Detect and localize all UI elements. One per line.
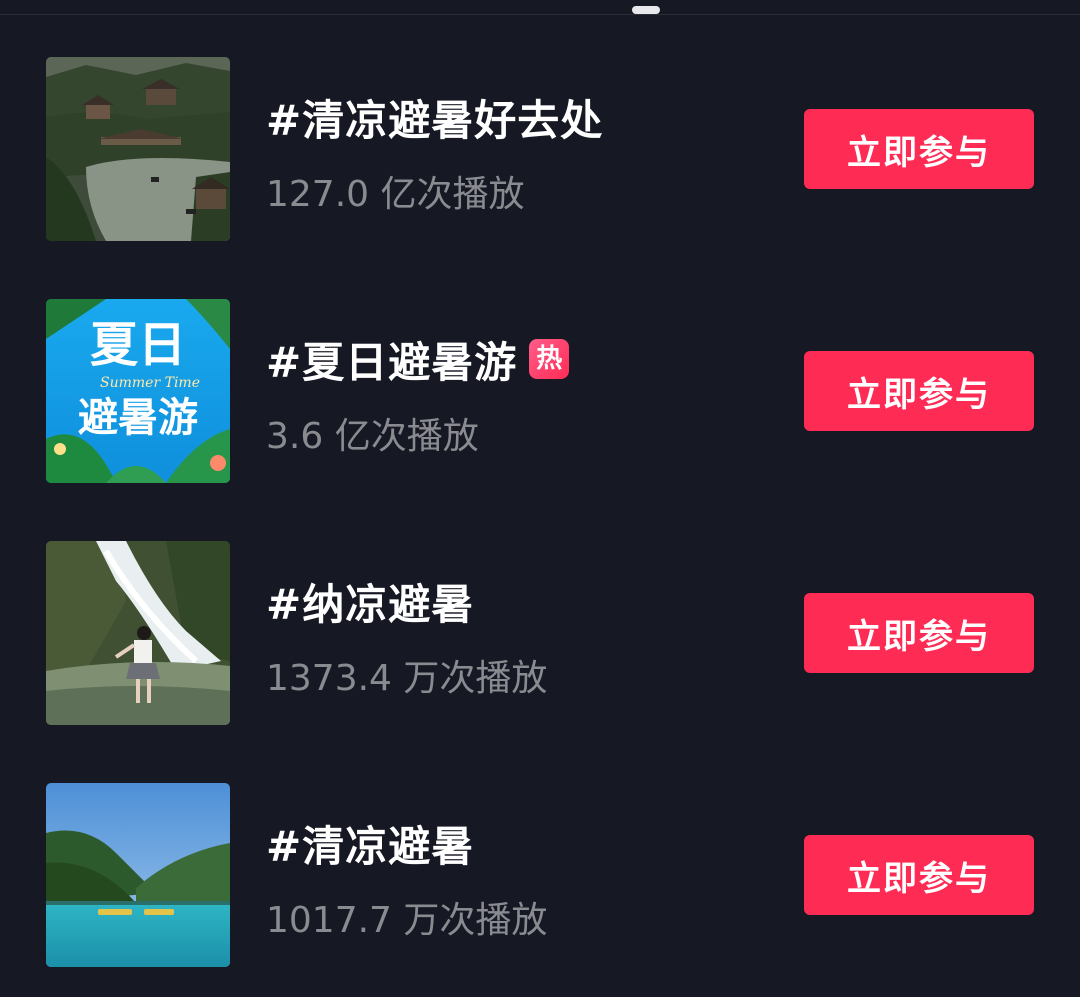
play-count: 127.0 亿次播放 xyxy=(266,174,525,215)
topic-title-line: #夏日避暑游 热 xyxy=(266,329,570,390)
topic-row[interactable]: #清凉避暑 1017.7 万次播放 立即参与 xyxy=(0,783,1080,967)
topic-title-line: #清凉避暑好去处 xyxy=(266,89,603,145)
topic-row[interactable]: #纳凉避暑 1373.4 万次播放 立即参与 xyxy=(0,541,1080,725)
topic-title[interactable]: #清凉避暑好去处 xyxy=(266,87,603,148)
topic-title[interactable]: #清凉避暑 xyxy=(266,813,474,874)
poster-line2: 避暑游 xyxy=(78,395,198,441)
play-count: 1373.4 万次播放 xyxy=(266,658,548,699)
poster-english: Summer Time xyxy=(100,375,200,391)
waterfall-girl-thumbnail[interactable] xyxy=(46,541,230,725)
topic-row[interactable]: #清凉避暑好去处 127.0 亿次播放 立即参与 xyxy=(0,57,1080,241)
sheet-divider xyxy=(0,14,1080,15)
topic-title-line: #清凉避暑 xyxy=(266,815,474,871)
summer-trip-poster-thumbnail[interactable]: 夏日 Summer Time 避暑游 xyxy=(46,299,230,483)
join-button[interactable]: 立即参与 xyxy=(804,593,1034,673)
play-count: 3.6 亿次播放 xyxy=(266,416,479,457)
village-river-thumbnail[interactable] xyxy=(46,57,230,241)
topic-title[interactable]: #纳凉避暑 xyxy=(266,571,474,632)
poster-line1: 夏日 xyxy=(90,317,186,373)
play-count: 1017.7 万次播放 xyxy=(266,900,548,941)
join-button[interactable]: 立即参与 xyxy=(804,109,1034,189)
mountain-lake-thumbnail[interactable] xyxy=(46,783,230,967)
join-button[interactable]: 立即参与 xyxy=(804,351,1034,431)
join-button[interactable]: 立即参与 xyxy=(804,835,1034,915)
topic-title-line: #纳凉避暑 xyxy=(266,573,474,629)
topic-row[interactable]: 夏日 Summer Time 避暑游 #夏日避暑游 热 3.6 亿次播放 立即参… xyxy=(0,299,1080,483)
hot-badge: 热 xyxy=(529,339,570,379)
topic-title[interactable]: #夏日避暑游 xyxy=(266,329,517,390)
drag-handle[interactable] xyxy=(632,6,660,14)
